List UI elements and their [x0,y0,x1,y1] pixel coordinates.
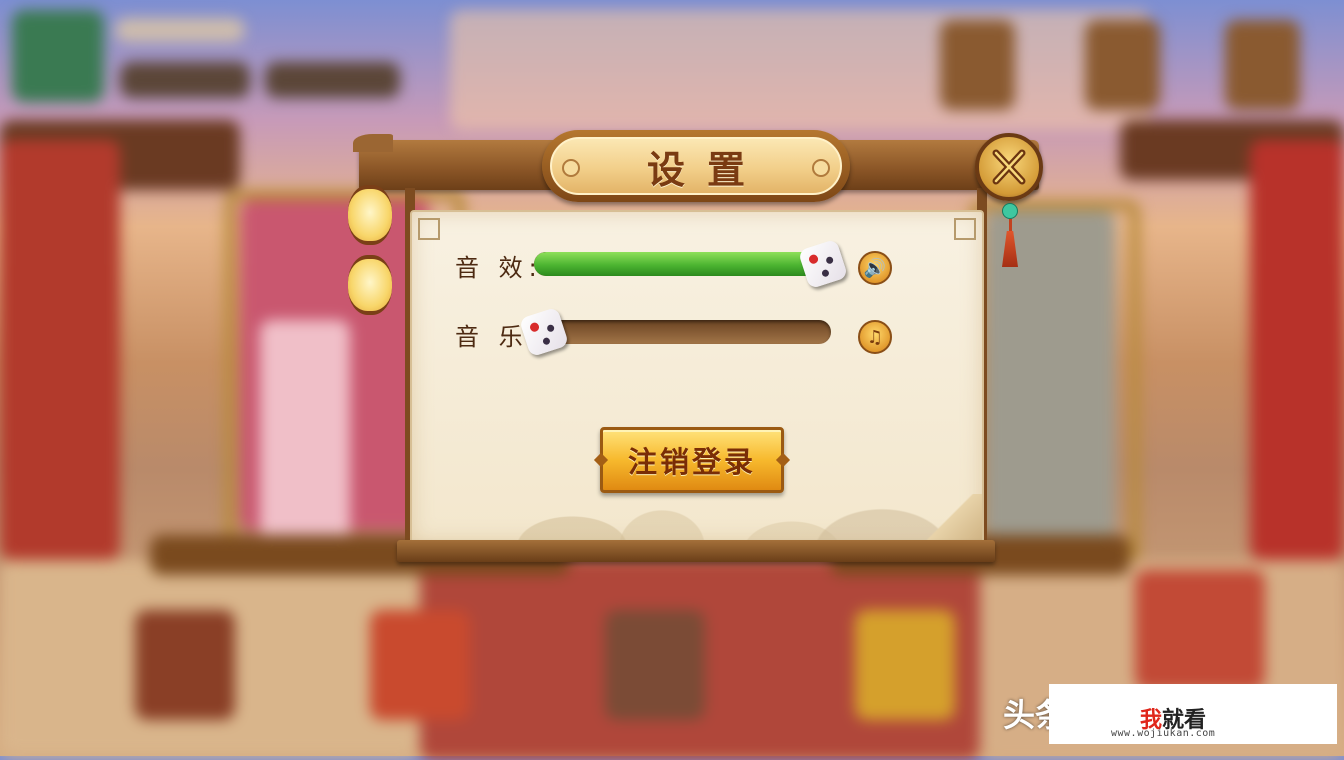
logout-button-label: 注销登录 [627,445,756,479]
logout-button[interactable]: 注销登录 [600,427,784,493]
music-slider[interactable] [534,320,831,344]
speaker-icon: 🔊 [863,257,887,279]
page-curl [914,494,982,542]
plaque-ornament [562,159,580,177]
sound-effect-slider-fill [534,252,831,276]
corner-ornament [954,218,976,240]
lantern-icon [348,185,392,245]
sound-effect-toggle-button[interactable]: 🔊 [858,251,892,285]
plaque-ornament [812,159,830,177]
tassel-ornament [1002,203,1018,275]
music-toggle-button[interactable]: ♫ [858,320,892,354]
sound-effect-label: 音 效: [455,254,543,282]
watermark-url: www.wojiukan.com [1111,728,1216,739]
sound-effect-slider[interactable] [534,252,831,276]
corner-ornament [418,218,440,240]
music-note-icon: ♫ [866,326,884,348]
dialog-bottom-beam [397,540,995,562]
close-x-icon [992,149,1026,185]
close-button[interactable] [975,133,1043,201]
settings-dialog: 设置 音 效: 🔊 音 乐: ♫ 注销登录 [348,130,1045,570]
dialog-title: 设置 [646,146,767,192]
title-plaque: 设置 [542,130,850,202]
lantern-icon [348,255,392,315]
